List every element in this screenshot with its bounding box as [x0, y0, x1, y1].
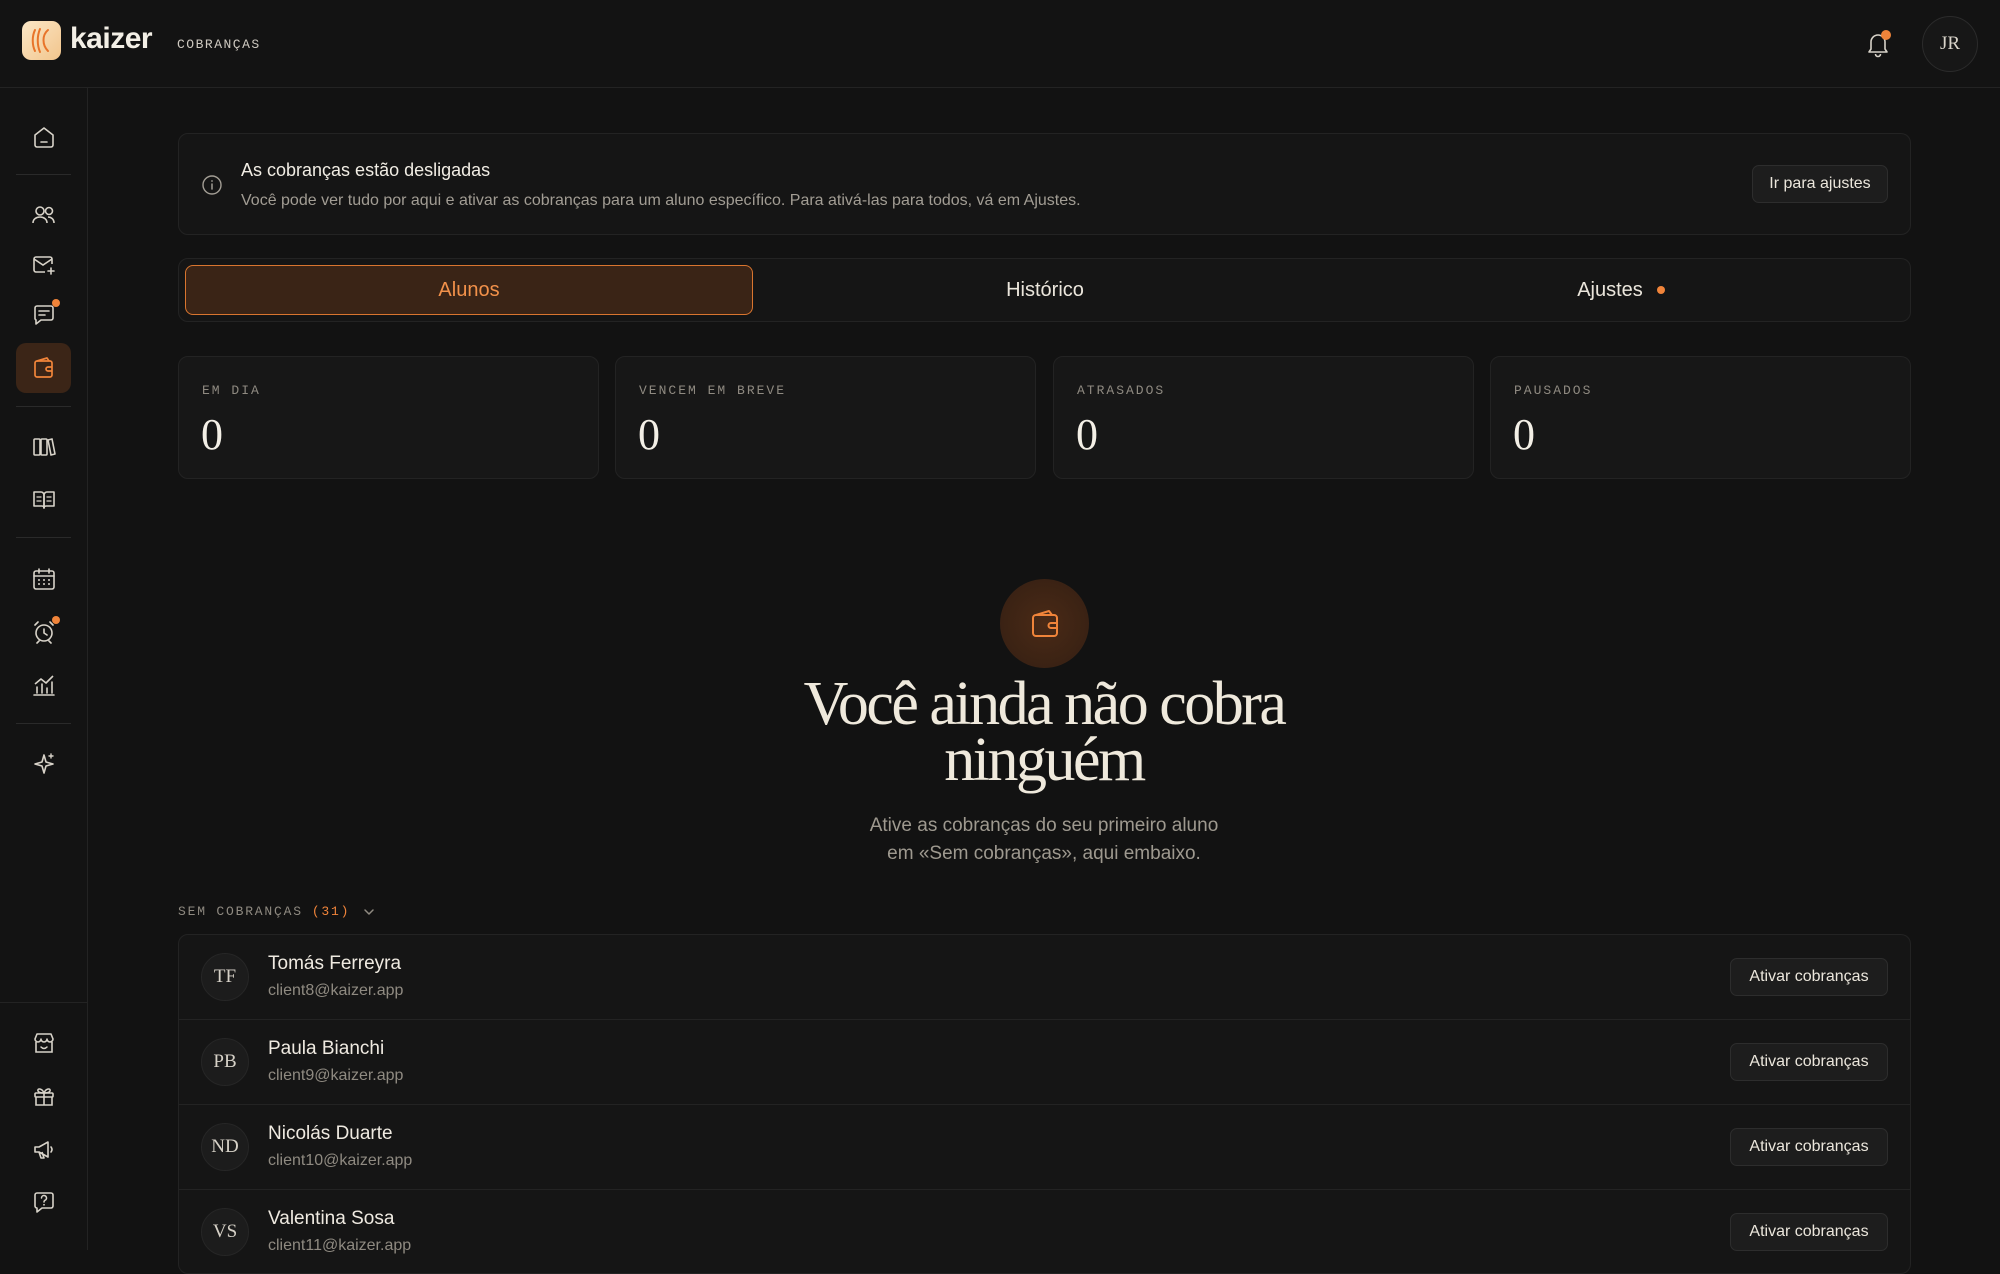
activate-billing-button[interactable]: Ativar cobranças — [1730, 1213, 1888, 1251]
list-item: PB Paula Bianchi client9@kaizer.app Ativ… — [179, 1020, 1910, 1105]
app-name: kaizer — [70, 22, 153, 55]
info-icon — [202, 175, 222, 195]
sidebar — [0, 88, 88, 1250]
sidebar-item-help[interactable] — [16, 1177, 71, 1227]
user-avatar[interactable]: JR — [1922, 16, 1978, 72]
stat-value: 0 — [1076, 410, 1098, 459]
activate-billing-button[interactable]: Ativar cobranças — [1730, 958, 1888, 996]
list-item: TF Tomás Ferreyra client8@kaizer.app Ati… — [179, 935, 1910, 1020]
stat-card-due-soon: VENCEM EM BREVE 0 — [615, 356, 1036, 479]
client-email: client11@kaizer.app — [268, 1237, 412, 1254]
sidebar-item-calendar[interactable] — [16, 554, 71, 604]
sidebar-item-billing[interactable] — [16, 343, 71, 393]
sparkle-icon — [33, 753, 54, 774]
sidebar-item-reminders[interactable] — [16, 607, 71, 657]
section-count: (31) — [311, 904, 351, 919]
chevron-down-icon — [364, 908, 374, 915]
sidebar-divider — [16, 537, 71, 538]
breadcrumb: COBRANÇAS — [177, 37, 261, 52]
client-name: Valentina Sosa — [268, 1208, 395, 1229]
stat-label: ATRASADOS — [1077, 383, 1166, 398]
megaphone-icon — [33, 1141, 53, 1159]
avatar: VS — [201, 1208, 249, 1256]
stat-label: PAUSADOS — [1514, 383, 1593, 398]
stat-card-on-time: EM DIA 0 — [178, 356, 599, 479]
kaizer-logo-icon[interactable] — [22, 21, 61, 60]
help-icon — [33, 1192, 54, 1213]
stat-value: 0 — [201, 410, 223, 459]
tab-students[interactable]: Alunos — [185, 265, 753, 315]
users-icon — [31, 206, 55, 224]
sidebar-item-gifts[interactable] — [16, 1071, 71, 1121]
reminders-badge — [52, 616, 60, 624]
home-icon — [33, 127, 54, 148]
book-icon — [32, 491, 55, 509]
tab-bar: Alunos Histórico Ajustes — [178, 258, 1911, 322]
go-to-settings-button[interactable]: Ir para ajustes — [1752, 165, 1888, 203]
billing-disabled-banner: As cobranças estão desligadas Você pode … — [178, 133, 1911, 235]
sidebar-item-home[interactable] — [16, 112, 71, 162]
section-label: SEM COBRANÇAS — [178, 904, 303, 919]
sidebar-item-library[interactable] — [16, 422, 71, 472]
sidebar-item-marketing[interactable] — [16, 1124, 71, 1174]
sidebar-item-invites[interactable] — [16, 240, 71, 290]
client-name: Nicolás Duarte — [268, 1123, 393, 1144]
avatar: ND — [201, 1123, 249, 1171]
sidebar-item-ai[interactable] — [16, 739, 71, 789]
stat-value: 0 — [1513, 410, 1535, 459]
empty-state-title: Você ainda não cobra ninguém — [803, 670, 1287, 794]
tab-history[interactable]: Histórico — [761, 265, 1329, 315]
empty-state-wallet-icon — [1000, 579, 1089, 668]
sidebar-divider — [16, 406, 71, 407]
list-item: VS Valentina Sosa client11@kaizer.app At… — [179, 1190, 1910, 1273]
client-list: TF Tomás Ferreyra client8@kaizer.app Ati… — [178, 934, 1911, 1274]
library-icon — [32, 438, 56, 456]
calendar-icon — [32, 568, 55, 590]
sidebar-item-students[interactable] — [16, 190, 71, 240]
analytics-icon — [32, 675, 55, 696]
stat-card-paused: PAUSADOS 0 — [1490, 356, 1911, 479]
avatar: TF — [201, 953, 249, 1001]
empty-state-subtitle: Ative as cobranças do seu primeiro aluno… — [869, 815, 1219, 864]
sidebar-divider — [16, 723, 71, 724]
stat-label: EM DIA — [202, 383, 261, 398]
notification-badge — [1881, 30, 1891, 40]
sidebar-item-store[interactable] — [16, 1018, 71, 1068]
mail-add-icon — [32, 256, 55, 275]
stat-card-overdue: ATRASADOS 0 — [1053, 356, 1474, 479]
sidebar-item-programs[interactable] — [16, 474, 71, 524]
activate-billing-button[interactable]: Ativar cobranças — [1730, 1128, 1888, 1166]
activate-billing-button[interactable]: Ativar cobranças — [1730, 1043, 1888, 1081]
client-name: Paula Bianchi — [268, 1038, 385, 1059]
no-billing-section-toggle[interactable]: SEM COBRANÇAS (31) — [178, 904, 376, 919]
sidebar-item-messages[interactable] — [16, 290, 71, 340]
stat-label: VENCEM EM BREVE — [639, 383, 787, 398]
stat-value: 0 — [638, 410, 660, 459]
tab-settings[interactable]: Ajustes — [1337, 265, 1905, 315]
client-email: client10@kaizer.app — [268, 1152, 413, 1169]
top-bar: kaizer COBRANÇAS JR — [0, 0, 2000, 88]
list-item: ND Nicolás Duarte client10@kaizer.app At… — [179, 1105, 1910, 1190]
banner-text: Você pode ver tudo por aqui e ativar as … — [241, 192, 1081, 209]
banner-title: As cobranças estão desligadas — [241, 160, 491, 180]
client-name: Tomás Ferreyra — [268, 953, 402, 974]
sidebar-item-analytics[interactable] — [16, 660, 71, 710]
client-email: client9@kaizer.app — [268, 1067, 404, 1084]
avatar: PB — [201, 1038, 249, 1086]
client-email: client8@kaizer.app — [268, 982, 404, 999]
wallet-icon — [33, 357, 53, 378]
sidebar-divider — [16, 174, 71, 175]
gift-icon — [33, 1088, 54, 1106]
store-icon — [33, 1033, 54, 1053]
messages-badge — [52, 299, 60, 307]
sidebar-divider — [0, 1002, 88, 1003]
settings-badge — [1656, 286, 1665, 294]
